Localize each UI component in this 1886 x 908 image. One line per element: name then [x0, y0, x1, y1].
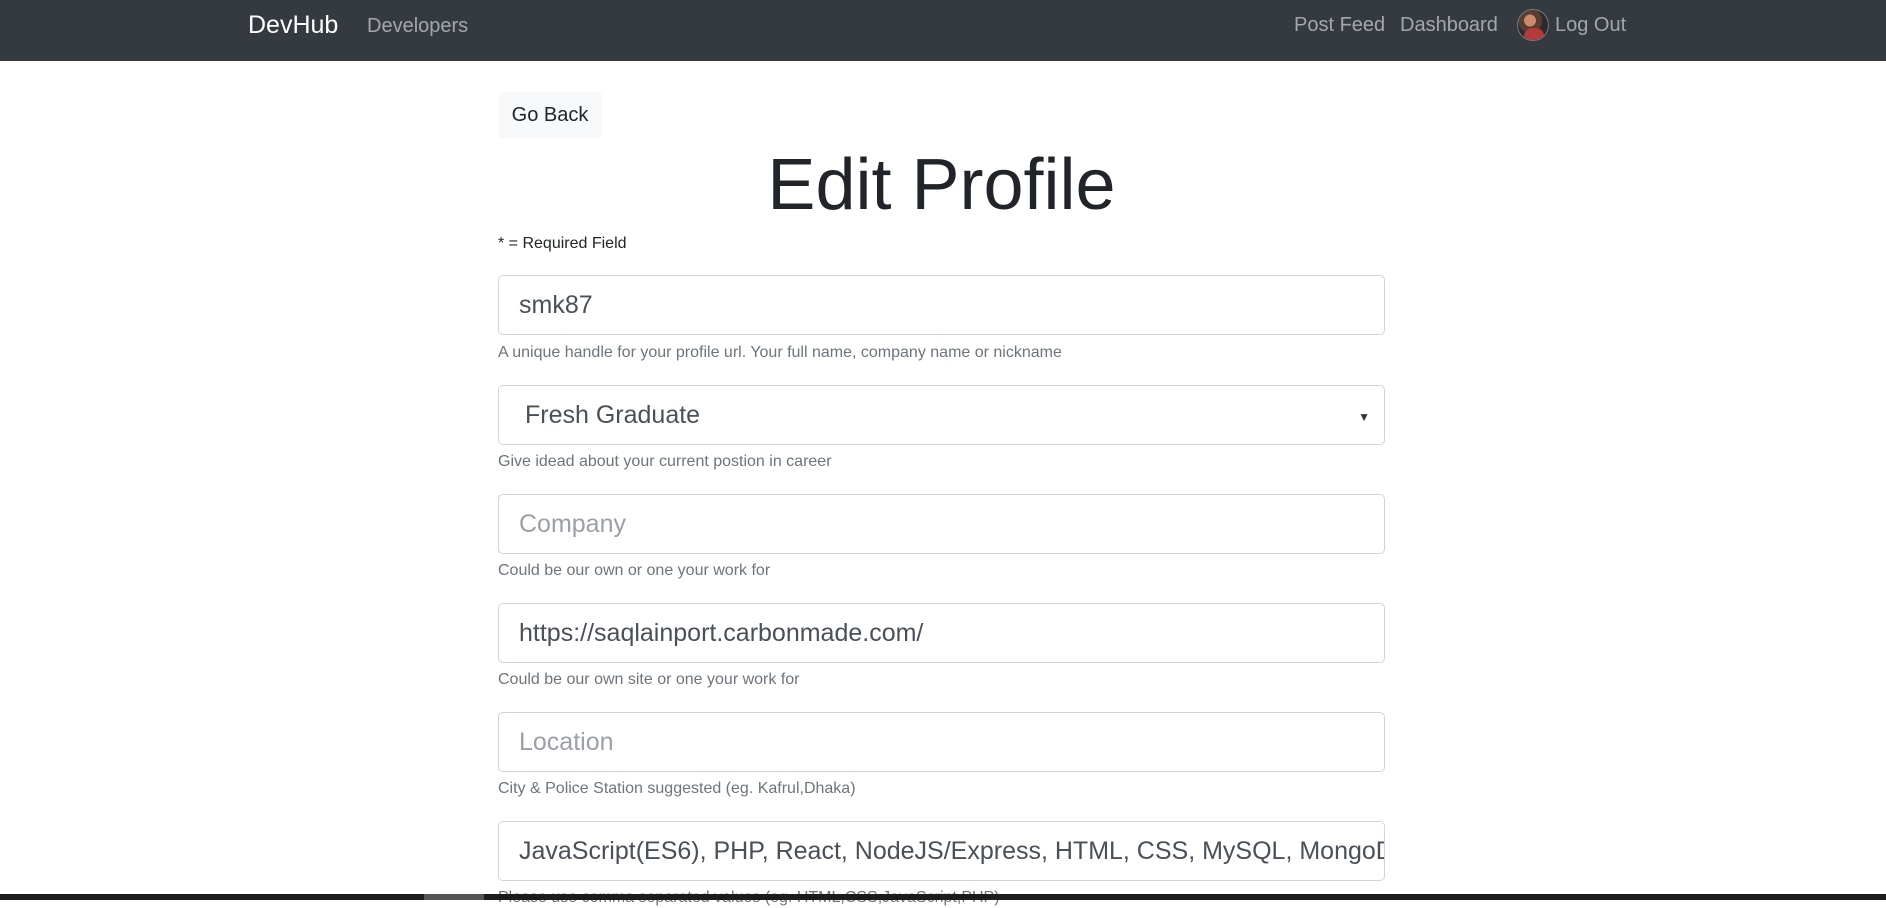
skills-value: JavaScript(ES6), PHP, React, NodeJS/Expr… [519, 836, 1385, 865]
go-back-button[interactable]: Go Back [498, 92, 602, 138]
skills-input[interactable]: JavaScript(ES6), PHP, React, NodeJS/Expr… [498, 821, 1385, 881]
nav-dashboard-link[interactable]: Dashboard [1400, 13, 1498, 37]
location-input[interactable]: Location [498, 712, 1385, 772]
company-hint: Could be our own or one your work for [498, 562, 771, 579]
website-value: https://saqlainport.carbonmade.com/ [519, 618, 924, 647]
profile-handle-input[interactable]: smk87 [498, 275, 1385, 335]
website-input[interactable]: https://saqlainport.carbonmade.com/ [498, 603, 1385, 663]
status-hint: Give idead about your current postion in… [498, 453, 832, 470]
location-placeholder: Location [519, 727, 614, 756]
brand-logo-link[interactable]: DevHub [248, 11, 338, 39]
nav-developers-link[interactable]: Developers [367, 14, 468, 38]
top-navbar: DevHub Developers Post Feed Dashboard Lo… [0, 0, 1886, 61]
location-hint: City & Police Station suggested (eg. Kaf… [498, 780, 856, 797]
horizontal-scrollbar[interactable] [0, 894, 1886, 900]
nav-logout-link[interactable]: Log Out [1517, 9, 1626, 41]
status-selected-value: Fresh Graduate [525, 400, 701, 429]
status-select[interactable]: Fresh Graduate ▼ [498, 385, 1385, 445]
chevron-down-icon: ▼ [1358, 410, 1370, 424]
logout-label: Log Out [1555, 14, 1627, 36]
page-title: Edit Profile [767, 145, 1116, 225]
required-field-note: * = Required Field [498, 235, 627, 252]
profile-handle-value: smk87 [519, 290, 593, 319]
website-hint: Could be our own site or one your work f… [498, 671, 800, 688]
profile-handle-hint: A unique handle for your profile url. Yo… [498, 344, 1062, 361]
company-placeholder: Company [519, 509, 626, 538]
nav-post-feed-link[interactable]: Post Feed [1294, 13, 1385, 37]
scrollbar-thumb[interactable] [424, 894, 484, 900]
user-avatar [1517, 9, 1549, 41]
company-input[interactable]: Company [498, 494, 1385, 554]
